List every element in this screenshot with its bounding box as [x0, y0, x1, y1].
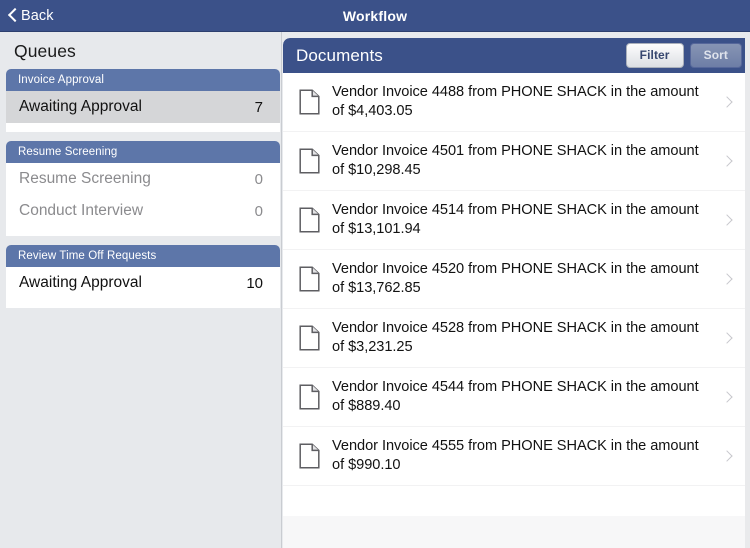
queue-group-body: Awaiting Approval 10	[6, 267, 280, 308]
back-button[interactable]: Back	[0, 0, 64, 32]
documents-header-title: Documents	[296, 45, 383, 65]
document-list-item[interactable]: Vendor Invoice 4520 from PHONE SHACK in …	[283, 250, 750, 309]
queue-row-label: Resume Screening	[19, 170, 151, 187]
document-item-label: Vendor Invoice 4544 from PHONE SHACK in …	[332, 379, 699, 414]
documents-panel: Documents Filter Sort Vendor Invoice 448…	[283, 38, 750, 548]
document-page-icon	[299, 89, 320, 115]
scroll-strip[interactable]	[745, 38, 750, 548]
document-page-icon	[299, 443, 320, 469]
queue-group-padding	[6, 123, 280, 132]
document-page-icon	[299, 325, 320, 351]
chevron-right-icon	[721, 449, 734, 463]
document-list-item[interactable]: Vendor Invoice 4528 from PHONE SHACK in …	[283, 309, 750, 368]
page-title: Workflow	[342, 8, 408, 24]
queue-group-body: Resume Screening 0 Conduct Interview 0	[6, 163, 280, 236]
queue-group-body: Awaiting Approval 7	[6, 91, 280, 132]
queue-row-label: Awaiting Approval	[19, 274, 142, 291]
back-button-label: Back	[21, 7, 54, 24]
chevron-right-icon	[721, 331, 734, 345]
queue-groups-container: Invoice Approval Awaiting Approval 7 Resume…	[0, 69, 281, 308]
queue-row-label: Conduct Interview	[19, 202, 144, 219]
document-item-label: Vendor Invoice 4488 from PHONE SHACK in …	[332, 84, 699, 119]
queue-group-padding	[6, 227, 280, 236]
queue-group-header: Resume Screening	[6, 141, 280, 163]
document-list-item[interactable]: Vendor Invoice 4555 from PHONE SHACK in …	[283, 427, 750, 486]
chevron-right-icon	[721, 213, 734, 227]
queue-group-header: Invoice Approval	[6, 69, 280, 91]
queue-group: Review Time Off Requests Awaiting Approva…	[6, 245, 280, 308]
document-item-label: Vendor Invoice 4501 from PHONE SHACK in …	[332, 143, 699, 178]
queue-row[interactable]: Awaiting Approval 7	[6, 91, 280, 123]
document-list-item[interactable]: Vendor Invoice 4501 from PHONE SHACK in …	[283, 132, 750, 191]
queue-row-label: Awaiting Approval	[19, 98, 142, 115]
chevron-right-icon	[721, 272, 734, 286]
document-item-label: Vendor Invoice 4520 from PHONE SHACK in …	[332, 261, 699, 296]
documents-list[interactable]: Vendor Invoice 4488 from PHONE SHACK in …	[283, 73, 750, 516]
queue-group-gap	[0, 236, 281, 245]
queue-row-count: 0	[254, 170, 263, 188]
queue-group-gap	[0, 132, 281, 141]
filter-button[interactable]: Filter	[625, 43, 684, 68]
queue-row-count: 0	[254, 202, 263, 220]
sort-button[interactable]: Sort	[689, 43, 742, 68]
document-item-label: Vendor Invoice 4555 from PHONE SHACK in …	[332, 438, 699, 473]
queue-row[interactable]: Conduct Interview 0	[6, 195, 280, 227]
document-list-item[interactable]: Vendor Invoice 4544 from PHONE SHACK in …	[283, 368, 750, 427]
documents-header-actions: Filter Sort	[625, 43, 742, 68]
document-list-item[interactable]: Vendor Invoice 4514 from PHONE SHACK in …	[283, 191, 750, 250]
queue-group: Resume Screening Resume Screening 0 Conduct…	[6, 141, 280, 236]
chevron-left-icon	[8, 8, 17, 23]
top-navigation-bar: Back Workflow	[0, 0, 750, 32]
document-page-icon	[299, 207, 320, 233]
queue-row[interactable]: Awaiting Approval 10	[6, 267, 280, 299]
document-item-label: Vendor Invoice 4528 from PHONE SHACK in …	[332, 320, 699, 355]
sidebar-title: Queues	[14, 41, 76, 61]
document-page-icon	[299, 148, 320, 174]
documents-list-empty-area	[283, 516, 750, 548]
document-list-item[interactable]: Vendor Invoice 4488 from PHONE SHACK in …	[283, 73, 750, 132]
queue-group-padding	[6, 299, 280, 308]
chevron-right-icon	[721, 95, 734, 109]
queue-row-count: 10	[246, 274, 263, 292]
document-page-icon	[299, 384, 320, 410]
app-root: Back Workflow Queues Invoice Approval Awa…	[0, 0, 750, 548]
chevron-right-icon	[721, 154, 734, 168]
document-item-label: Vendor Invoice 4514 from PHONE SHACK in …	[332, 202, 699, 237]
queue-group: Invoice Approval Awaiting Approval 7	[6, 69, 280, 132]
queues-sidebar: Queues Invoice Approval Awaiting Approval…	[0, 32, 282, 548]
chevron-right-icon	[721, 390, 734, 404]
document-page-icon	[299, 266, 320, 292]
queue-row-count: 7	[254, 98, 263, 116]
queue-group-header: Review Time Off Requests	[6, 245, 280, 267]
queue-row[interactable]: Resume Screening 0	[6, 163, 280, 195]
documents-header: Documents Filter Sort	[283, 38, 750, 73]
